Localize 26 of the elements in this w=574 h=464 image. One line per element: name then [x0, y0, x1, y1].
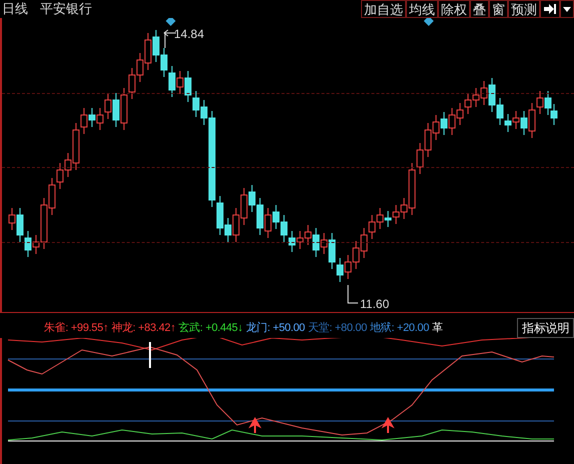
indicator-reading: 神龙: +83.42↑	[111, 320, 176, 336]
indicator-reading: 天堂: +80.00	[308, 320, 367, 336]
jump-end-button[interactable]	[540, 0, 560, 18]
indicator-reading: 地狱: +20.00	[370, 320, 430, 336]
high-price-label: 14.84	[174, 26, 204, 43]
toolbar-button[interactable]: 加自选	[361, 0, 406, 18]
toolbar-button[interactable]: 预测	[508, 0, 540, 18]
dropdown-button[interactable]	[560, 0, 574, 18]
toolbar-button[interactable]: 窗	[489, 0, 508, 18]
low-price-label: 11.60	[360, 296, 390, 313]
arrow-to-bar-icon	[544, 4, 556, 14]
caret-icon	[563, 6, 571, 12]
cut-indicator-label: 革	[432, 320, 443, 336]
indicator-reading: 玄武: +0.445↓	[178, 320, 243, 336]
stock-name: 平安银行	[40, 0, 92, 18]
indicator-help-button[interactable]: 指标说明	[517, 318, 574, 338]
indicator-reading: 朱雀: +99.55↑	[44, 320, 108, 336]
leader-line	[348, 284, 358, 304]
leader-line	[164, 30, 176, 48]
period-label: 日线	[2, 0, 28, 18]
toolbar-button[interactable]: 除权	[438, 0, 470, 18]
toolbar-button[interactable]: 均线	[406, 0, 438, 18]
toolbar-button[interactable]: 叠	[470, 0, 489, 18]
diamond-marker-icon	[424, 18, 434, 26]
indicator-reading: 龙门: +50.00	[246, 320, 305, 336]
diamond-marker-icon	[166, 18, 176, 26]
